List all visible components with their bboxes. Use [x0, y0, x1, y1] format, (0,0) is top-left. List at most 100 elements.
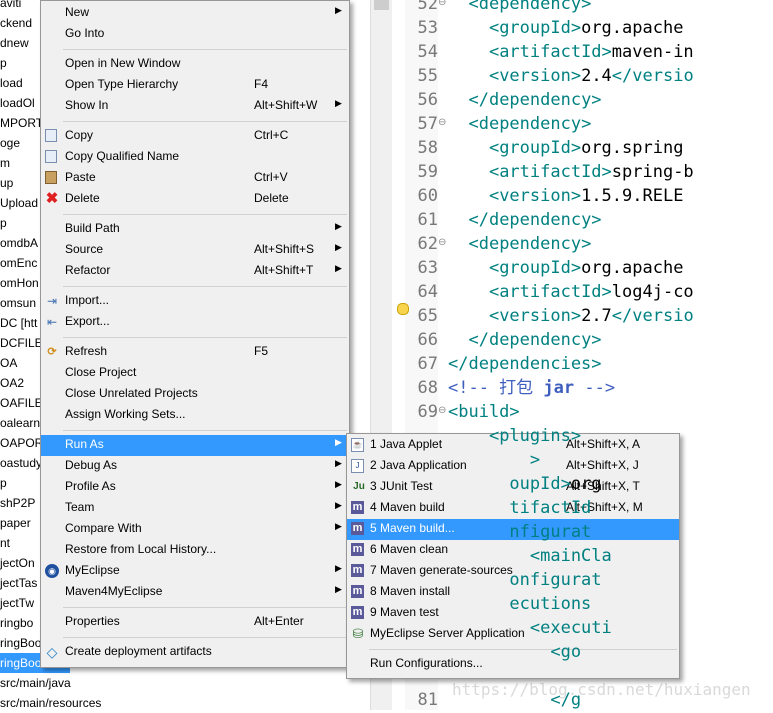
code-line[interactable]: </dependency>: [448, 208, 601, 232]
code-line[interactable]: </g: [448, 688, 581, 712]
tree-item[interactable]: p: [0, 473, 7, 493]
tree-item[interactable]: omsun: [0, 293, 36, 313]
menu-item-run-as[interactable]: Run As ▶: [41, 435, 349, 456]
code-line[interactable]: <build>: [448, 400, 520, 424]
tree-item[interactable]: oalearn: [0, 413, 40, 433]
code-line[interactable]: <dependency>: [448, 0, 591, 16]
tree-item[interactable]: OAFILE: [0, 393, 43, 413]
tree-item[interactable]: paper: [0, 513, 31, 533]
code-line[interactable]: oupId>org: [448, 472, 601, 496]
code-line[interactable]: <plugins>: [448, 424, 581, 448]
menu-item-team[interactable]: Team ▶: [41, 498, 349, 519]
menu-item-delete[interactable]: ✖ Delete Delete: [41, 189, 349, 210]
code-line[interactable]: <version>2.7</versio: [448, 304, 694, 328]
tree-item[interactable]: dnew: [0, 33, 29, 53]
warning-icon[interactable]: [397, 303, 409, 315]
tree-item[interactable]: DCFILE: [0, 333, 43, 353]
code-line[interactable]: >: [448, 448, 540, 472]
tree-item[interactable]: up: [0, 173, 13, 193]
tree-item[interactable]: omEnc: [0, 253, 37, 273]
code-line[interactable]: tifactId: [448, 496, 591, 520]
code-line[interactable]: onfigurat: [448, 568, 601, 592]
tree-item[interactable]: OA: [0, 353, 17, 373]
tree-item[interactable]: p: [0, 213, 7, 233]
code-line[interactable]: <version>1.5.9.RELE: [448, 184, 683, 208]
tree-item[interactable]: ckend: [0, 13, 32, 33]
menu-item-copy[interactable]: Copy Ctrl+C: [41, 126, 349, 147]
code-line[interactable]: <groupId>org.apache: [448, 16, 683, 40]
code-line[interactable]: <executi: [448, 616, 612, 640]
tree-item[interactable]: jectTw: [0, 593, 34, 613]
code-line[interactable]: <artifactId>maven-in: [448, 40, 694, 64]
code-line[interactable]: <dependency>: [448, 112, 591, 136]
menu-item-debug-as[interactable]: Debug As ▶: [41, 456, 349, 477]
tree-item[interactable]: aviti: [0, 0, 21, 13]
menu-item-assign-working-sets[interactable]: Assign Working Sets...: [41, 405, 349, 426]
menu-item-properties[interactable]: Properties Alt+Enter: [41, 612, 349, 633]
menu-item-paste[interactable]: Paste Ctrl+V: [41, 168, 349, 189]
code-line[interactable]: <groupId>org.apache: [448, 256, 683, 280]
fold-toggle-icon[interactable]: ⊖: [438, 117, 446, 128]
menu-item-myeclipse[interactable]: ◉ MyEclipse ▶: [41, 561, 349, 582]
code-line[interactable]: </dependency>: [448, 328, 601, 352]
menu-item-go-into[interactable]: Go Into: [41, 24, 349, 45]
tree-item[interactable]: OAPOR: [0, 433, 43, 453]
tree-item[interactable]: ringbo: [0, 613, 33, 633]
tree-item[interactable]: nt: [0, 533, 10, 553]
menu-item-create-deployment-artifacts[interactable]: ◇ Create deployment artifacts: [41, 642, 349, 663]
code-line[interactable]: <artifactId>log4j-co: [448, 280, 694, 304]
tree-item[interactable]: omdbA: [0, 233, 38, 253]
tree-item[interactable]: Upload: [0, 193, 38, 213]
menu-item-open-in-new-window[interactable]: Open in New Window: [41, 54, 349, 75]
menu-item-compare-with[interactable]: Compare With ▶: [41, 519, 349, 540]
code-line[interactable]: <dependency>: [448, 232, 591, 256]
menu-item-profile-as[interactable]: Profile As ▶: [41, 477, 349, 498]
delete-icon: ✖: [45, 190, 59, 207]
menu-item-restore-from-local-history[interactable]: Restore from Local History...: [41, 540, 349, 561]
menu-item-build-path[interactable]: Build Path ▶: [41, 219, 349, 240]
tree-item[interactable]: OA2: [0, 373, 24, 393]
menu-item-copy-qualified-name[interactable]: Copy Qualified Name: [41, 147, 349, 168]
menu-item-open-type-hierarchy[interactable]: Open Type Hierarchy F4: [41, 75, 349, 96]
menu-item-import[interactable]: ⇥ Import...: [41, 291, 349, 312]
code-line[interactable]: nfigurat: [448, 520, 591, 544]
scrollbar-thumb[interactable]: [374, 0, 389, 10]
menu-item-new[interactable]: New ▶: [41, 3, 349, 24]
code-line[interactable]: </dependencies>: [448, 352, 602, 376]
code-line[interactable]: <!-- 打包 jar -->: [448, 376, 615, 400]
code-line[interactable]: <artifactId>spring-b: [448, 160, 694, 184]
menu-item-show-in[interactable]: Show In Alt+Shift+W ▶: [41, 96, 349, 117]
code-line[interactable]: <mainCla: [448, 544, 612, 568]
tree-item[interactable]: DC [htt: [0, 313, 37, 333]
tree-item[interactable]: src/main/resources: [0, 693, 101, 713]
menu-item-close-project[interactable]: Close Project: [41, 363, 349, 384]
tree-item[interactable]: src/main/java: [0, 673, 71, 693]
tree-item[interactable]: load: [0, 73, 23, 93]
code-token: ecutions: [448, 594, 592, 614]
fold-toggle-icon[interactable]: ⊖: [438, 405, 446, 416]
tree-item[interactable]: m: [0, 153, 10, 173]
fold-toggle-icon[interactable]: ⊖: [438, 237, 446, 248]
tree-item[interactable]: ringBoo: [0, 633, 41, 653]
code-line[interactable]: <groupId>org.spring: [448, 136, 683, 160]
tree-item[interactable]: omHon: [0, 273, 39, 293]
tree-item[interactable]: MPORT: [0, 113, 43, 133]
menu-item-refactor[interactable]: Refactor Alt+Shift+T ▶: [41, 261, 349, 282]
tree-item[interactable]: oastudy: [0, 453, 42, 473]
code-line[interactable]: </dependency>: [448, 88, 601, 112]
tree-item[interactable]: p: [0, 53, 7, 73]
menu-item-refresh[interactable]: ⟳ Refresh F5: [41, 342, 349, 363]
code-line[interactable]: <go: [448, 640, 581, 664]
tree-item[interactable]: shP2P: [0, 493, 35, 513]
tree-item[interactable]: jectOn: [0, 553, 35, 573]
code-line[interactable]: <version>2.4</versio: [448, 64, 694, 88]
fold-toggle-icon[interactable]: ⊖: [438, 0, 446, 8]
menu-item-export[interactable]: ⇤ Export...: [41, 312, 349, 333]
tree-item[interactable]: loadOl: [0, 93, 35, 113]
menu-item-source[interactable]: Source Alt+Shift+S ▶: [41, 240, 349, 261]
code-line[interactable]: ecutions: [448, 592, 591, 616]
menu-item-close-unrelated-projects[interactable]: Close Unrelated Projects: [41, 384, 349, 405]
menu-item-maven4myeclipse[interactable]: Maven4MyEclipse ▶: [41, 582, 349, 603]
tree-item[interactable]: oge: [0, 133, 20, 153]
tree-item[interactable]: jectTas: [0, 573, 37, 593]
